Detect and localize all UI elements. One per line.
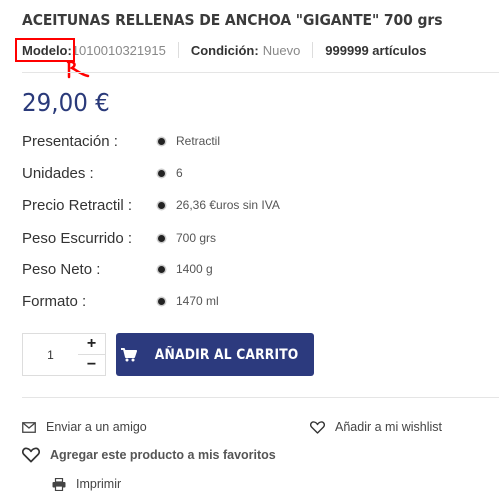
attribute-label: Precio Retractil : <box>22 196 133 214</box>
attribute-row: Peso Neto : 1400 g <box>22 259 213 279</box>
stock-count: 999999 artículos <box>325 42 427 58</box>
wishlist-label: Añadir a mi wishlist <box>335 420 442 434</box>
attribute-label: Presentación : <box>22 132 118 150</box>
attribute-value: 700 grs <box>176 231 217 245</box>
attribute-value: Retractil <box>176 134 221 148</box>
attribute-label: Peso Escurrido : <box>22 229 133 247</box>
attribute-row: Precio Retractil : 26,36 €uros sin IVA <box>22 195 280 215</box>
attribute-row: Presentación : Retractil <box>22 131 220 151</box>
radio-icon[interactable] <box>158 169 165 177</box>
radio-icon[interactable] <box>158 201 165 209</box>
product-title: ACEITUNAS RELLENAS DE ANCHOA "GIGANTE" 7… <box>22 11 443 29</box>
attribute-label: Unidades : <box>22 164 94 182</box>
attribute-row: Unidades : 6 <box>22 163 183 183</box>
attribute-row: Peso Escurrido : 700 grs <box>22 228 216 248</box>
heart-icon <box>310 420 325 434</box>
attribute-row: Formato : 1470 ml <box>22 291 219 311</box>
favorites-label: Agregar este producto a mis favoritos <box>50 448 276 462</box>
meta-divider <box>312 42 314 58</box>
add-to-favorites-link[interactable]: Agregar este producto a mis favoritos <box>22 447 276 463</box>
quantity-box <box>22 333 78 376</box>
envelope-icon <box>22 421 36 433</box>
cart-icon <box>121 347 138 361</box>
radio-icon[interactable] <box>158 137 165 145</box>
radio-icon[interactable] <box>158 265 165 273</box>
divider <box>22 72 499 73</box>
send-to-friend-label: Enviar a un amigo <box>46 420 147 434</box>
product-price: 29,00 € <box>22 88 110 117</box>
heart-icon <box>22 447 40 463</box>
attribute-value: 26,36 €uros sin IVA <box>176 198 280 212</box>
radio-icon[interactable] <box>158 234 165 242</box>
meta-divider <box>177 42 179 58</box>
print-link[interactable]: Imprimir <box>52 477 121 491</box>
product-meta: Modelo: 1010010321915 Condición: Nuevo 9… <box>22 40 426 60</box>
condition-value: Nuevo <box>262 42 301 58</box>
radio-icon[interactable] <box>158 297 165 305</box>
model-value: 1010010321915 <box>71 42 166 58</box>
quantity-decrease-button[interactable]: − <box>78 354 105 375</box>
send-to-friend-link[interactable]: Enviar a un amigo <box>22 420 147 434</box>
quantity-input[interactable] <box>23 334 78 375</box>
quantity-increase-button[interactable]: + <box>78 334 105 354</box>
attribute-label: Peso Neto : <box>22 260 101 278</box>
printer-icon <box>52 477 66 491</box>
annotation-arrow-icon <box>66 60 90 79</box>
attribute-value: 1400 g <box>176 262 213 276</box>
attribute-value: 1470 ml <box>176 294 219 308</box>
add-to-cart-button[interactable]: AÑADIR AL CARRITO <box>116 333 314 376</box>
quantity-stepper: + − <box>78 333 106 376</box>
add-to-cart-label: AÑADIR AL CARRITO <box>155 346 299 363</box>
divider <box>22 397 499 398</box>
add-to-wishlist-link[interactable]: Añadir a mi wishlist <box>310 420 442 434</box>
attribute-label: Formato : <box>22 292 87 310</box>
condition-label: Condición: <box>190 42 259 58</box>
print-label: Imprimir <box>76 477 122 491</box>
attribute-value: 6 <box>176 166 183 180</box>
